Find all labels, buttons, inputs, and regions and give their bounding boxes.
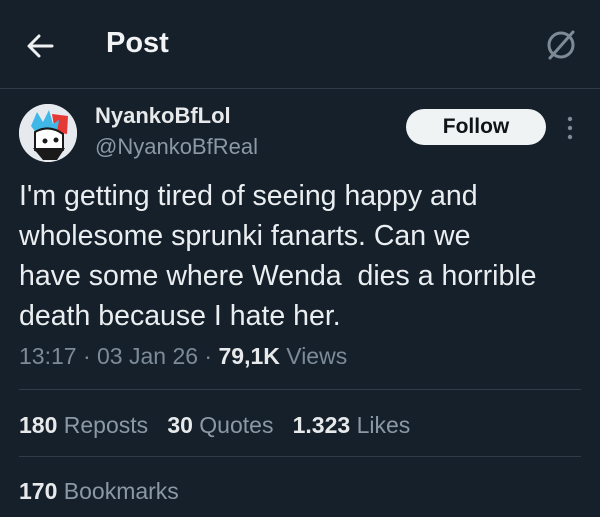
likes-label: Likes [356,412,411,438]
quotes-count: 30 [167,412,193,438]
grok-icon [547,30,575,60]
more-vertical-icon [567,116,573,140]
follow-button[interactable]: Follow [406,109,546,145]
page-title: Post [106,27,169,59]
divider [19,389,581,390]
author-handle[interactable]: @NyankoBfReal [95,134,258,160]
views-count: 79,1K [218,343,280,369]
bookmarks-count: 170 [19,478,58,504]
post-time[interactable]: 13:17 [19,343,77,369]
reposts-label: Reposts [63,412,149,438]
cartoon-avatar-icon [19,104,77,162]
top-bar: Post [0,0,600,89]
author-display-name[interactable]: NyankoBfLol [95,103,231,129]
reposts-stat[interactable]: 180 Reposts [19,412,148,438]
bookmarks-stat[interactable]: 170 Bookmarks [19,478,179,505]
quotes-label: Quotes [199,412,274,438]
likes-stat[interactable]: 1.323 Likes [293,412,411,438]
post-date[interactable]: 03 Jan 26 [97,343,198,369]
post-text: I'm getting tired of seeing happy and wh… [19,180,537,332]
engagement-stats: 180 Reposts 30 Quotes 1.323 Likes [19,412,410,439]
arrow-left-icon [27,34,54,58]
post-meta: 13:17 · 03 Jan 26 · 79,1K Views [19,343,348,369]
back-button[interactable] [24,30,56,62]
avatar[interactable] [19,104,77,162]
divider [19,456,581,457]
views-label: Views [286,343,348,369]
more-options-button[interactable] [562,114,578,142]
grok-button[interactable] [544,28,578,62]
likes-count: 1.323 [292,412,351,438]
reposts-count: 180 [19,412,58,438]
bookmarks-label: Bookmarks [63,478,179,504]
quotes-stat[interactable]: 30 Quotes [167,412,273,438]
